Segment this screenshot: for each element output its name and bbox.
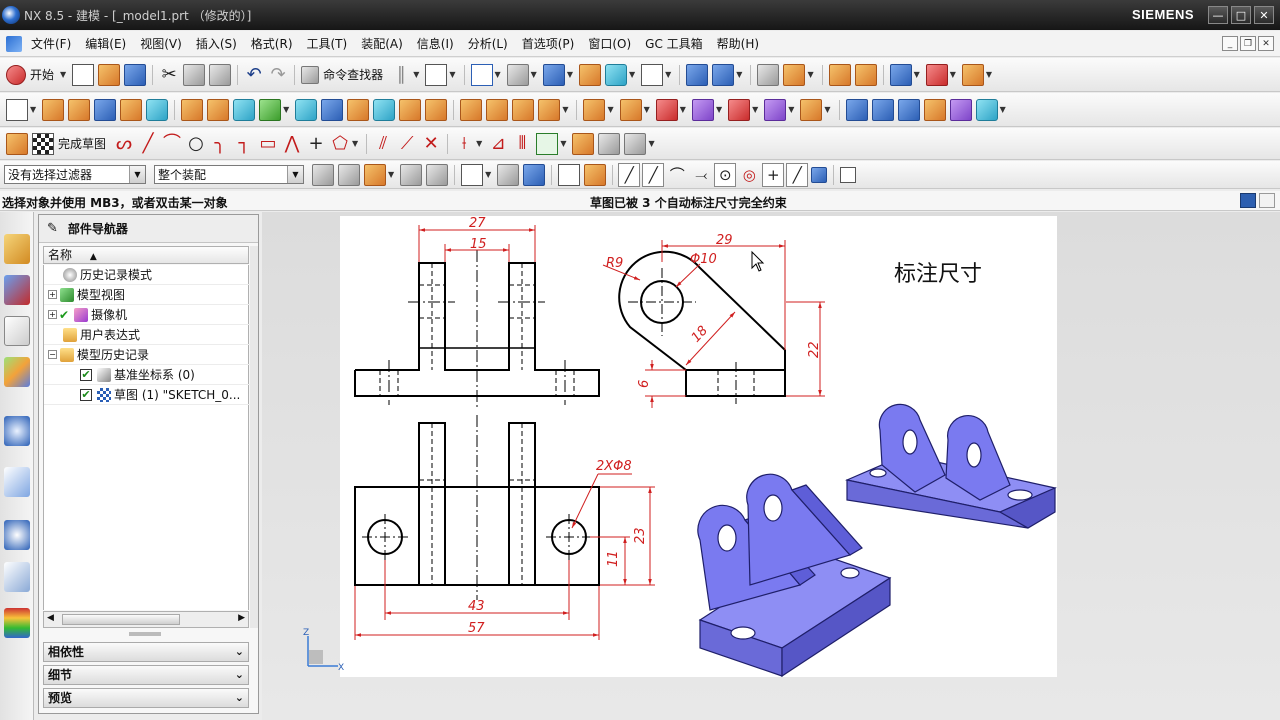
dim-r9: R9	[606, 256, 623, 271]
dim-23: 23	[633, 527, 648, 544]
side-view	[618, 250, 786, 397]
view-triad: Z X	[303, 628, 344, 673]
annotation-title: 标注尺寸	[894, 262, 983, 287]
triad-z-label: Z	[303, 628, 309, 638]
dim-43: 43	[468, 599, 485, 614]
dim-11: 11	[606, 550, 621, 567]
iso-model-top	[845, 403, 1057, 529]
drawing-canvas[interactable]: 27 15 R9 Φ10 29 18 22 6 2XΦ8 23 11 43 57	[0, 0, 1280, 720]
dim-22: 22	[807, 341, 822, 358]
iso-model-bottom	[697, 473, 892, 678]
centerlines	[388, 250, 566, 600]
dim-29: 29	[716, 233, 733, 248]
triad-x-label: X	[338, 663, 344, 673]
dim-2x-phi8: 2XΦ8	[596, 459, 632, 474]
mouse-cursor-icon	[751, 250, 765, 272]
dim-27: 27	[469, 216, 486, 231]
dim-57: 57	[468, 621, 485, 636]
dim-6: 6	[637, 380, 652, 388]
dim-phi10: Φ10	[690, 252, 717, 267]
dim-15: 15	[470, 237, 487, 252]
